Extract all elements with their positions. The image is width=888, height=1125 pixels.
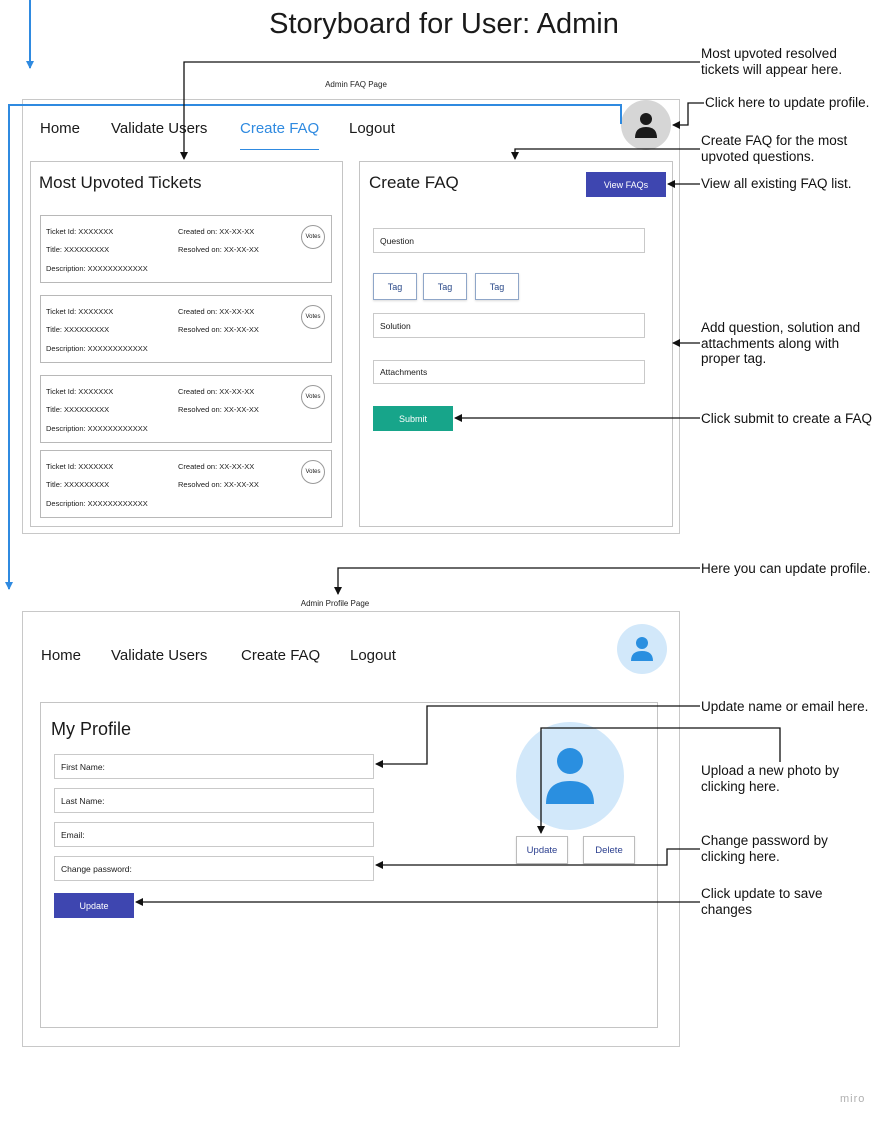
- arrow-change-password: [375, 848, 700, 869]
- note-change-password: Change password by clicking here.: [701, 833, 828, 864]
- note-upvoted: Most upvoted resolved tickets will appea…: [701, 46, 843, 77]
- note-submit: Click submit to create a FAQ: [701, 411, 873, 426]
- arrow-create-faq: [511, 148, 700, 160]
- note-create-faq: Create FAQ for the most upvoted question…: [701, 133, 848, 164]
- note-upload-photo: Upload a new photo by clicking here.: [701, 763, 840, 794]
- arrow-update-name: [375, 705, 700, 768]
- note-add-question: Add question, solution and attachments a…: [701, 320, 861, 366]
- miro-logo: miro: [840, 1093, 866, 1105]
- note-update-name: Update name or email here.: [701, 699, 869, 714]
- arrow-update-profile: [334, 567, 700, 595]
- arrow-upvoted: [180, 61, 700, 160]
- note-click-update: Click update to save changes: [701, 886, 823, 917]
- note-update-profile: Here you can update profile.: [701, 561, 871, 576]
- note-view-faq: View all existing FAQ list.: [701, 176, 852, 191]
- arrow-profile-click: [672, 102, 704, 129]
- note-click-profile: Click here to update profile.: [705, 95, 870, 110]
- flow-arrow-profile: [5, 104, 622, 590]
